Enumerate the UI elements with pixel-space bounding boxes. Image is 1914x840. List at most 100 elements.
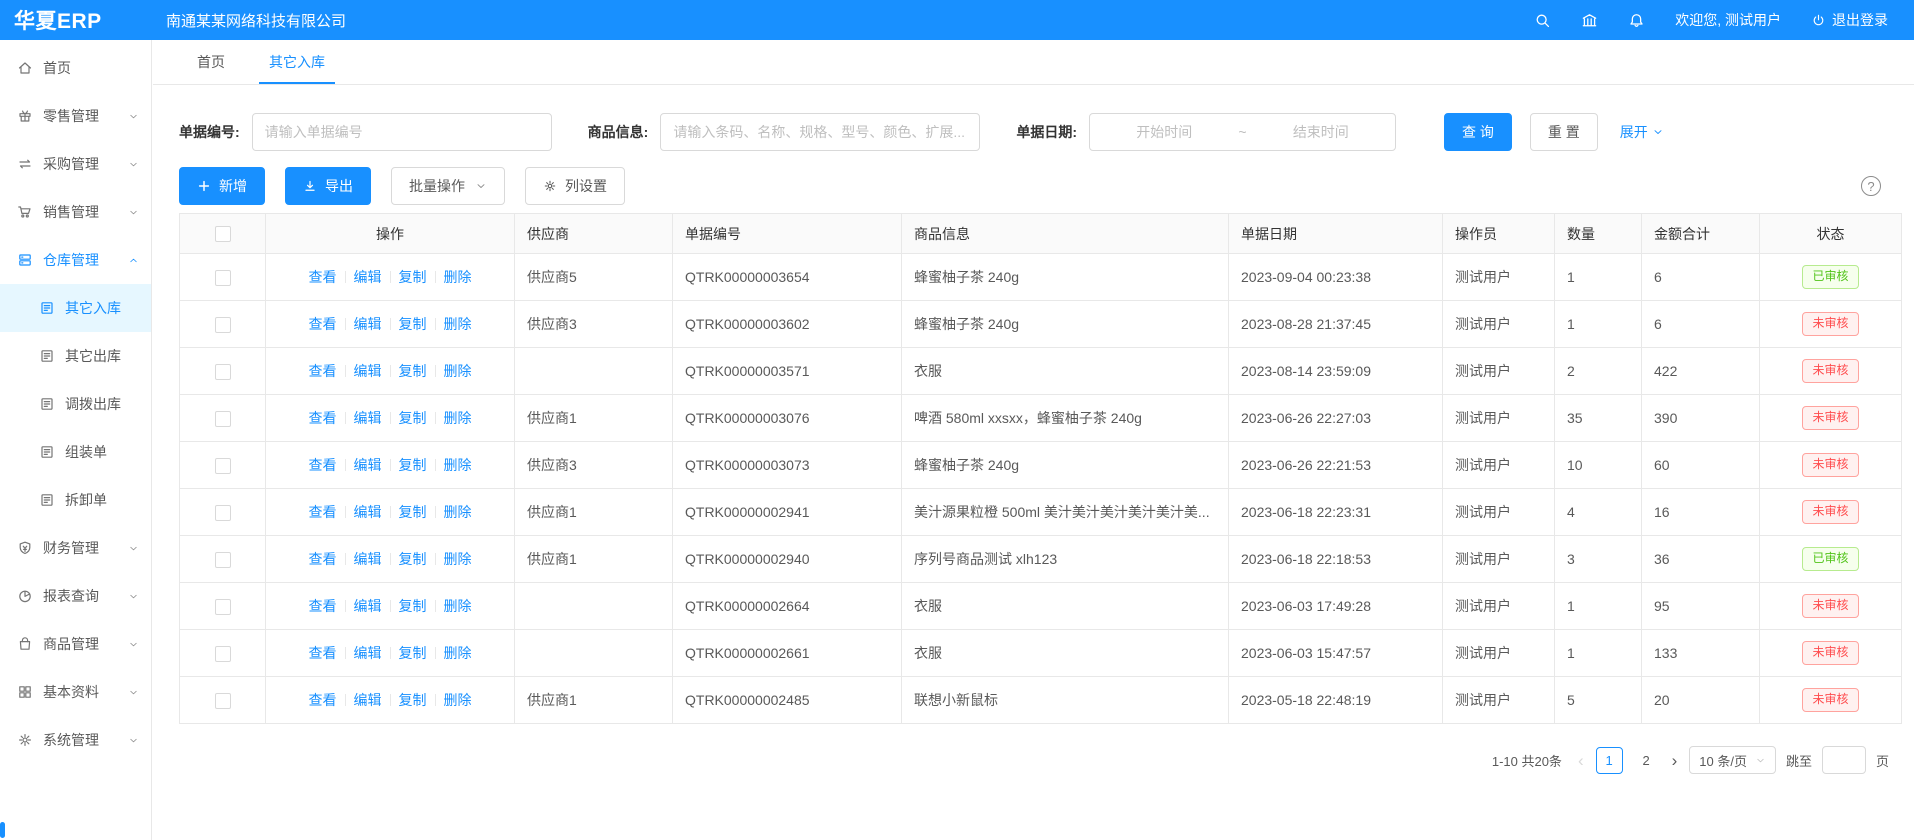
row-action-copy[interactable]: 复制 — [399, 269, 427, 285]
row-checkbox[interactable] — [215, 552, 231, 568]
chevron-down-icon — [128, 111, 139, 122]
table-row: 查看编辑复制删除供应商1QTRK00000003076啤酒 580ml xxsx… — [180, 395, 1902, 442]
search-button[interactable]: 查 询 — [1444, 113, 1512, 151]
sidebar-item-basic[interactable]: 基本资料 — [0, 668, 151, 716]
sidebar-item-finance[interactable]: 财务管理 — [0, 524, 151, 572]
bank-icon[interactable] — [1581, 12, 1598, 29]
row-action-view[interactable]: 查看 — [309, 645, 337, 661]
help-icon[interactable]: ? — [1861, 176, 1881, 196]
row-action-copy[interactable]: 复制 — [399, 410, 427, 426]
search-icon[interactable] — [1534, 12, 1551, 29]
row-checkbox[interactable] — [215, 270, 231, 286]
row-action-copy[interactable]: 复制 — [399, 551, 427, 567]
page-size-select[interactable]: 10 条/页 — [1689, 746, 1776, 774]
row-action-copy[interactable]: 复制 — [399, 598, 427, 614]
export-button[interactable]: 导出 — [285, 167, 371, 205]
row-action-delete[interactable]: 删除 — [444, 504, 472, 520]
row-action-view[interactable]: 查看 — [309, 410, 337, 426]
sidebar-item-other-in[interactable]: 其它入库 — [0, 284, 151, 332]
sidebar-scrollbar-thumb[interactable] — [0, 822, 5, 838]
row-action-edit[interactable]: 编辑 — [354, 269, 382, 285]
row-action-view[interactable]: 查看 — [309, 551, 337, 567]
row-action-edit[interactable]: 编辑 — [354, 645, 382, 661]
row-action-copy[interactable]: 复制 — [399, 645, 427, 661]
row-action-view[interactable]: 查看 — [309, 504, 337, 520]
row-action-copy[interactable]: 复制 — [399, 457, 427, 473]
row-action-delete[interactable]: 删除 — [444, 269, 472, 285]
row-action-edit[interactable]: 编辑 — [354, 316, 382, 332]
row-action-delete[interactable]: 删除 — [444, 316, 472, 332]
sidebar-item-retail[interactable]: 零售管理 — [0, 92, 151, 140]
row-action-view[interactable]: 查看 — [309, 363, 337, 379]
row-action-delete[interactable]: 删除 — [444, 410, 472, 426]
date-range-picker[interactable]: 开始时间 ~ 结束时间 — [1089, 113, 1396, 151]
row-checkbox[interactable] — [215, 505, 231, 521]
row-checkbox[interactable] — [215, 693, 231, 709]
sidebar-item-sales[interactable]: 销售管理 — [0, 188, 151, 236]
reset-button[interactable]: 重 置 — [1530, 113, 1598, 151]
row-action-copy[interactable]: 复制 — [399, 692, 427, 708]
sidebar-item-purchase[interactable]: 采购管理 — [0, 140, 151, 188]
bell-icon[interactable] — [1628, 12, 1645, 29]
add-button[interactable]: 新增 — [179, 167, 265, 205]
row-action-view[interactable]: 查看 — [309, 269, 337, 285]
row-checkbox[interactable] — [215, 317, 231, 333]
row-checkbox[interactable] — [215, 646, 231, 662]
row-action-view[interactable]: 查看 — [309, 316, 337, 332]
row-action-copy[interactable]: 复制 — [399, 504, 427, 520]
row-action-edit[interactable]: 编辑 — [354, 504, 382, 520]
prev-page-button[interactable]: ‹ — [1576, 752, 1586, 769]
select-all-checkbox[interactable] — [215, 226, 231, 242]
cell-qty: 3 — [1555, 536, 1642, 583]
sidebar-item-transfer-out[interactable]: 调拨出库 — [0, 380, 151, 428]
page-button-1[interactable]: 1 — [1596, 747, 1623, 774]
sidebar-item-assembly[interactable]: 组装单 — [0, 428, 151, 476]
cell-product: 美汁源果粒橙 500ml 美汁美汁美汁美汁美汁美... — [902, 489, 1229, 536]
logout-button[interactable]: 退出登录 — [1811, 10, 1888, 30]
report-icon — [17, 588, 33, 604]
sidebar-item-warehouse[interactable]: 仓库管理 — [0, 236, 151, 284]
row-checkbox[interactable] — [215, 411, 231, 427]
sidebar-item-home[interactable]: 首页 — [0, 44, 151, 92]
row-action-copy[interactable]: 复制 — [399, 316, 427, 332]
sidebar-item-disassembly[interactable]: 拆卸单 — [0, 476, 151, 524]
row-action-edit[interactable]: 编辑 — [354, 692, 382, 708]
row-action-edit[interactable]: 编辑 — [354, 363, 382, 379]
row-action-delete[interactable]: 删除 — [444, 457, 472, 473]
row-action-delete[interactable]: 删除 — [444, 692, 472, 708]
row-action-edit[interactable]: 编辑 — [354, 551, 382, 567]
row-checkbox[interactable] — [215, 599, 231, 615]
column-settings-button[interactable]: 列设置 — [525, 167, 625, 205]
row-actions: 查看 编辑 复制 删除 — [266, 301, 515, 348]
bill-no-input[interactable] — [252, 113, 552, 151]
batch-actions-button[interactable]: 批量操作 — [391, 167, 505, 205]
page-button-2[interactable]: 2 — [1633, 747, 1660, 774]
row-action-delete[interactable]: 删除 — [444, 363, 472, 379]
row-action-view[interactable]: 查看 — [309, 692, 337, 708]
row-action-edit[interactable]: 编辑 — [354, 598, 382, 614]
row-action-copy[interactable]: 复制 — [399, 363, 427, 379]
product-info-input[interactable] — [660, 113, 980, 151]
row-action-view[interactable]: 查看 — [309, 598, 337, 614]
next-page-button[interactable]: › — [1670, 752, 1680, 769]
row-checkbox[interactable] — [215, 364, 231, 380]
sidebar-item-goods[interactable]: 商品管理 — [0, 620, 151, 668]
cell-qty: 1 — [1555, 301, 1642, 348]
row-checkbox[interactable] — [215, 458, 231, 474]
row-action-delete[interactable]: 删除 — [444, 551, 472, 567]
date-start-input[interactable]: 开始时间 — [1090, 122, 1238, 142]
row-actions: 查看 编辑 复制 删除 — [266, 254, 515, 301]
row-action-delete[interactable]: 删除 — [444, 645, 472, 661]
row-action-view[interactable]: 查看 — [309, 457, 337, 473]
tab-home[interactable]: 首页 — [197, 40, 225, 84]
row-action-delete[interactable]: 删除 — [444, 598, 472, 614]
sidebar-item-system[interactable]: 系统管理 — [0, 716, 151, 764]
jump-page-input[interactable] — [1822, 746, 1866, 774]
expand-link[interactable]: 展开 — [1620, 122, 1664, 142]
tab-other-inbound[interactable]: 其它入库 — [269, 40, 325, 84]
date-end-input[interactable]: 结束时间 — [1247, 122, 1395, 142]
row-action-edit[interactable]: 编辑 — [354, 410, 382, 426]
sidebar-item-report[interactable]: 报表查询 — [0, 572, 151, 620]
sidebar-item-other-out[interactable]: 其它出库 — [0, 332, 151, 380]
row-action-edit[interactable]: 编辑 — [354, 457, 382, 473]
